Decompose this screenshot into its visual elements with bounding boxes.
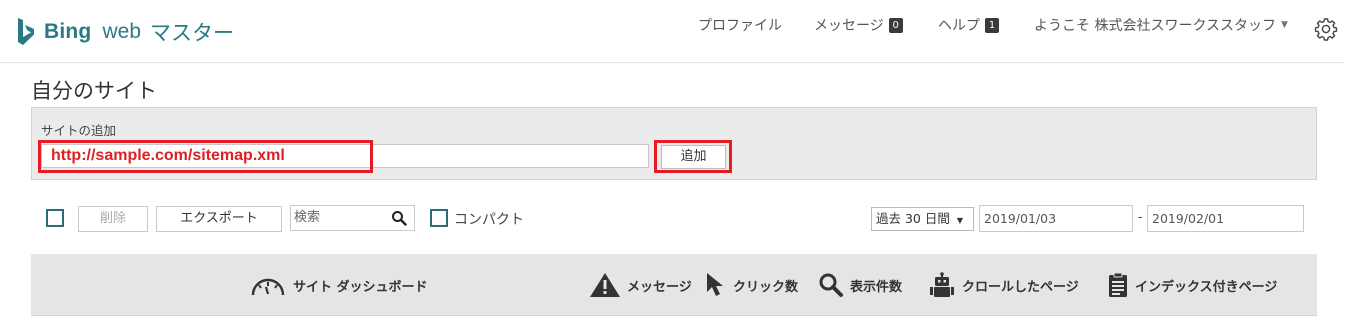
date-range-select[interactable]: 過去 30 日間 ▼ [871, 207, 974, 231]
metric-messages[interactable]: メッセージ [589, 273, 692, 297]
nav-profile-label: プロファイル [698, 18, 782, 34]
url-highlight-box [38, 140, 373, 173]
metric-impressions[interactable]: 表示件数 [818, 273, 902, 297]
metric-crawled-pages[interactable]: クロールしたページ [928, 272, 1079, 297]
warning-icon [590, 273, 620, 297]
add-site-panel: サイトの追加 http://sample.com/sitemap.xml 追加 [31, 107, 1317, 180]
compact-checkbox[interactable] [430, 209, 448, 227]
bing-logo-icon [18, 18, 34, 45]
search-icon[interactable] [391, 210, 407, 226]
page-title: 自分のサイト [31, 79, 157, 103]
add-site-label: サイトの追加 [41, 123, 117, 138]
select-all-checkbox[interactable] [46, 209, 64, 227]
welcome-user-label: ようこそ 株式会社スワークススタッフ [1034, 18, 1277, 34]
metric-indexed-label: インデックス付きページ [1135, 279, 1278, 295]
robot-icon [930, 272, 954, 297]
metric-crawled-label: クロールしたページ [962, 279, 1079, 295]
user-menu[interactable]: ようこそ 株式会社スワークススタッフ ▼ [1034, 15, 1288, 35]
metric-dashboard-label: サイト ダッシュボード [293, 279, 428, 295]
delete-button[interactable]: 削除 [78, 206, 148, 232]
metric-site-dashboard[interactable]: サイト ダッシュボード [249, 273, 428, 297]
metric-indexed-pages[interactable]: インデックス付きページ [1107, 272, 1278, 297]
date-separator: - [1138, 210, 1143, 225]
metric-clicks[interactable]: クリック数 [705, 273, 798, 297]
compact-label: コンパクト [454, 212, 524, 228]
nav-messages[interactable]: メッセージ 0 [814, 15, 903, 35]
bing-webmaster-logo[interactable]: Bing web マスター [16, 15, 234, 49]
export-button[interactable]: エクスポート [156, 206, 282, 232]
date-to-input[interactable]: 2019/02/01 [1147, 205, 1304, 232]
gauge-icon [251, 278, 285, 296]
gear-icon[interactable] [1314, 17, 1338, 41]
date-range-value: 過去 30 日間 [876, 211, 950, 226]
magnifier-icon [819, 273, 843, 297]
nav-help[interactable]: ヘルプ 1 [938, 15, 999, 35]
top-header: Bing web マスター プロファイル メッセージ 0 ヘルプ 1 ようこそ … [0, 0, 1345, 63]
logo-master-text: マスター [150, 21, 234, 45]
nav-help-label: ヘルプ [938, 18, 980, 34]
nav-profile[interactable]: プロファイル [698, 15, 782, 35]
cursor-icon [707, 273, 723, 296]
logo-web-text: web [102, 20, 141, 43]
metric-messages-label: メッセージ [627, 279, 692, 295]
caret-down-icon: ▼ [1281, 20, 1288, 30]
nav-messages-label: メッセージ [814, 18, 884, 34]
metric-impressions-label: 表示件数 [850, 279, 903, 295]
caret-down-icon: ▼ [956, 216, 963, 225]
add-button-highlight-box [654, 140, 732, 173]
messages-count-badge: 0 [888, 17, 903, 33]
metric-clicks-label: クリック数 [733, 279, 799, 295]
clipboard-icon [1109, 272, 1127, 297]
logo-bing-text: Bing [44, 20, 92, 43]
date-from-input[interactable]: 2019/01/03 [979, 205, 1133, 232]
help-count-badge: 1 [985, 17, 999, 33]
